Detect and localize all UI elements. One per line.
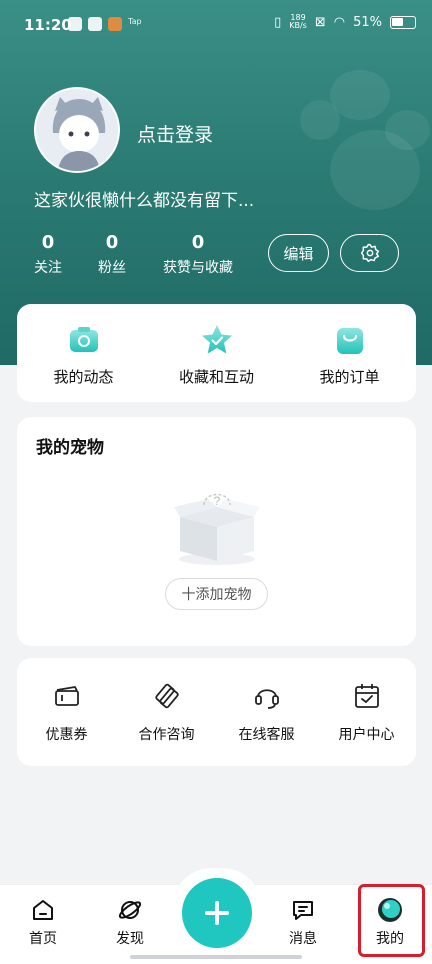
service-label: 在线客服 — [238, 727, 295, 743]
sync-app-icon — [88, 17, 102, 31]
my-pets-card: 我的宠物 ? 十添加宠物 — [17, 417, 416, 646]
cooperation-button[interactable]: 合作咨询 — [117, 658, 216, 766]
paw-decoration — [330, 70, 390, 120]
stat-value: 0 — [105, 232, 119, 253]
highlight-box — [358, 884, 425, 957]
add-pet-button[interactable]: 十添加宠物 — [165, 578, 268, 610]
service-label: 用户中心 — [338, 727, 395, 743]
tab-discover[interactable]: 发现 — [100, 897, 160, 948]
stat-label: 粉丝 — [98, 260, 126, 276]
planet-icon — [118, 901, 142, 919]
customer-service-button[interactable]: 在线客服 — [217, 658, 316, 766]
coupons-button[interactable]: 优惠券 — [17, 658, 116, 766]
service-label: 合作咨询 — [138, 727, 195, 743]
my-posts-button[interactable]: 我的动态 — [17, 304, 150, 402]
tab-home[interactable]: 首页 — [13, 897, 73, 948]
edit-button[interactable]: 编辑 — [268, 234, 329, 272]
quick-action-label: 收藏和互动 — [178, 368, 254, 386]
paw-decoration — [330, 130, 420, 210]
quick-actions-card: 我的动态 收藏和互动 我的订单 — [17, 304, 416, 402]
profile-bio: 这家伙很懒什么都没有留下... — [34, 191, 255, 211]
tab-label: 消息 — [289, 931, 317, 947]
wifi-icon: ◠ — [333, 14, 346, 30]
handshake-icon — [154, 683, 179, 709]
tab-label: 首页 — [29, 931, 57, 947]
tab-label: 发现 — [116, 931, 144, 947]
shopping-bag-icon — [336, 328, 363, 354]
user-center-button[interactable]: 用户中心 — [317, 658, 416, 766]
battery-percent: 51% — [353, 14, 382, 30]
orange-app-icon — [108, 17, 122, 31]
paw-decoration — [300, 100, 340, 140]
vibrate-icon: ▯ — [274, 14, 282, 30]
tab-messages[interactable]: 消息 — [273, 897, 333, 948]
avatar[interactable] — [34, 87, 120, 173]
p-app-icon — [68, 17, 82, 31]
status-time: 11:20 — [24, 16, 72, 34]
services-card: 优惠券 合作咨询 在线客服 用户中心 — [17, 658, 416, 766]
status-bar: 11:20 Tap ▯ 189 KB/s ⊠ ◠ 51% — [0, 0, 432, 52]
empty-box-icon: ? — [174, 493, 260, 565]
tap-app-icon: Tap — [128, 17, 142, 26]
sim-icon: ⊠ — [314, 14, 326, 30]
home-icon — [33, 900, 53, 920]
message-icon — [293, 901, 313, 920]
stat-likes[interactable]: 0 获赞与收藏 — [158, 232, 238, 277]
login-button[interactable]: 点击登录 — [137, 120, 213, 147]
stat-following[interactable]: 0 关注 — [28, 232, 68, 277]
gear-icon — [360, 243, 379, 263]
home-indicator[interactable] — [130, 955, 302, 959]
calendar-check-icon — [354, 684, 379, 708]
svg-text:?: ? — [214, 494, 221, 508]
service-label: 优惠券 — [45, 727, 88, 743]
my-orders-button[interactable]: 我的订单 — [283, 304, 416, 402]
headset-icon — [254, 689, 279, 709]
create-post-button[interactable] — [182, 878, 252, 948]
plus-icon — [205, 901, 229, 925]
stat-label: 获赞与收藏 — [163, 260, 233, 276]
stat-fans[interactable]: 0 粉丝 — [92, 232, 132, 277]
speed-unit: KB/s — [289, 21, 307, 30]
avatar-illustration — [36, 89, 118, 171]
stat-value: 0 — [191, 232, 205, 253]
quick-action-label: 我的动态 — [53, 368, 114, 386]
stat-value: 0 — [41, 232, 55, 253]
notification-icons: Tap — [68, 17, 142, 31]
battery-icon — [390, 15, 416, 29]
star-icon — [201, 325, 232, 354]
network-speed: 189 KB/s — [289, 14, 307, 30]
quick-action-label: 我的订单 — [319, 368, 380, 386]
camera-icon — [69, 327, 98, 352]
section-title: 我的宠物 — [36, 438, 104, 458]
system-status: ▯ 189 KB/s ⊠ ◠ 51% — [274, 14, 416, 30]
settings-button[interactable] — [340, 234, 399, 272]
favorites-button[interactable]: 收藏和互动 — [150, 304, 283, 402]
ticket-icon — [54, 686, 79, 706]
stat-label: 关注 — [34, 260, 62, 276]
